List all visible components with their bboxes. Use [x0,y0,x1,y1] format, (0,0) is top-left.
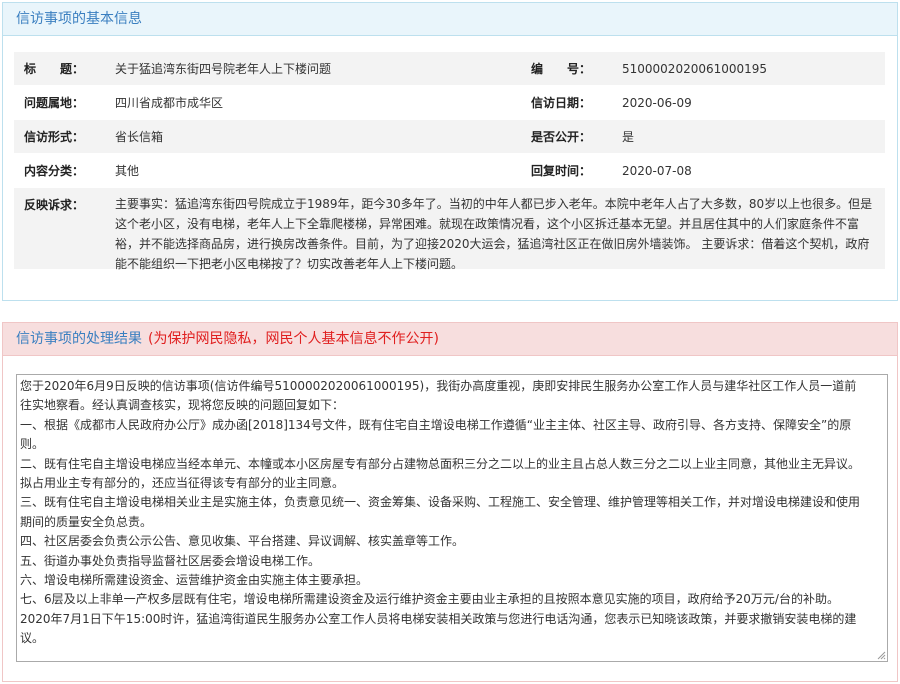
location-value: 四川省成都市成华区 [115,96,224,110]
basic-info-panel: 信访事项的基本信息 标 题： 关于猛追湾东街四号院老年人上下楼问题 编 号： 5… [2,2,898,301]
info-row-form: 信访形式： 省长信箱 是否公开： 是 [14,120,885,154]
number-label: 编 号： [531,62,592,76]
basic-info-table: 标 题： 关于猛追湾东街四号院老年人上下楼问题 编 号： 51000020200… [14,52,885,271]
location-label: 问题属地： [24,96,85,110]
result-textarea[interactable]: 您于2020年6月9日反映的信访事项(信访件编号5100002020061000… [16,374,888,662]
reply-time-value: 2020-07-08 [622,164,692,178]
category-label: 内容分类： [24,164,85,178]
result-paragraph: 六、增设电梯所需建设资金、运营维护资金由实施主体主要承担。 [20,573,369,588]
result-paragraph: 七、6层及以上非单一产权多层既有住宅，增设电梯所需建设资金及运行维护资金主要由业… [20,592,839,607]
basic-info-heading: 信访事项的基本信息 [3,3,897,36]
result-heading: 信访事项的处理结果 (为保护网民隐私，网民个人基本信息不作公开) [3,323,897,356]
result-text: 您于2020年6月9日反映的信访事项(信访件编号5100002020061000… [20,377,868,649]
info-row-appeal: 反映诉求： 主要事实：猛追湾东街四号院成立于1989年，距今30多年了。当初的中… [14,188,885,271]
form-value: 省长信箱 [115,130,164,144]
appeal-label: 反映诉求： [24,198,85,212]
info-row-title: 标 题： 关于猛追湾东街四号院老年人上下楼问题 编 号： 51000020200… [14,52,885,86]
result-paragraph: 五、街道办事处负责指导监督社区居委会增设电梯工作。 [20,553,321,568]
reply-time-label: 回复时间： [531,164,592,178]
result-paragraph: 四、社区居委会负责公示公告、意见收集、平台搭建、异议调解、核实盖章等工作。 [20,534,465,549]
result-paragraph: 三、既有住宅自主增设电梯相关业主是实施主体，负责意见统一、资金筹集、设备采购、工… [20,495,861,529]
privacy-note: (为保护网民隐私，网民个人基本信息不作公开) [148,331,439,347]
public-label: 是否公开： [531,130,592,144]
result-paragraph: 一、根据《成都市人民政府办公厅》成办函[2018]134号文件，既有住宅自主增设… [20,417,852,452]
info-row-category: 内容分类： 其他 回复时间： 2020-07-08 [14,154,885,188]
number-value: 5100002020061000195 [622,62,768,76]
result-heading-title: 信访事项的处理结果 [16,331,142,347]
result-paragraph: 您于2020年6月9日反映的信访事项(信访件编号5100002020061000… [20,379,857,413]
public-value: 是 [622,130,635,144]
date-value: 2020-06-09 [622,96,692,110]
category-value: 其他 [115,164,140,178]
result-panel: 信访事项的处理结果 (为保护网民隐私，网民个人基本信息不作公开) 您于2020年6… [2,322,898,682]
appeal-value: 主要事实：猛追湾东街四号院成立于1989年，距今30多年了。当初的中年人都已步入… [115,197,873,271]
title-value: 关于猛追湾东街四号院老年人上下楼问题 [115,62,332,76]
title-label: 标 题： [24,62,85,76]
form-label: 信访形式： [24,130,85,144]
result-paragraph: 二、既有住宅自主增设电梯应当经本单元、本幢或本小区房屋专有部分占建物总面积三分之… [20,456,861,491]
info-row-location: 问题属地： 四川省成都市成华区 信访日期： 2020-06-09 [14,86,885,120]
result-paragraph: 2020年7月1日下午15:00时许，猛追湾街道民生服务办公室工作人员将电梯安装… [20,611,857,646]
date-label: 信访日期： [531,96,592,110]
resize-grip-icon[interactable] [876,650,886,660]
